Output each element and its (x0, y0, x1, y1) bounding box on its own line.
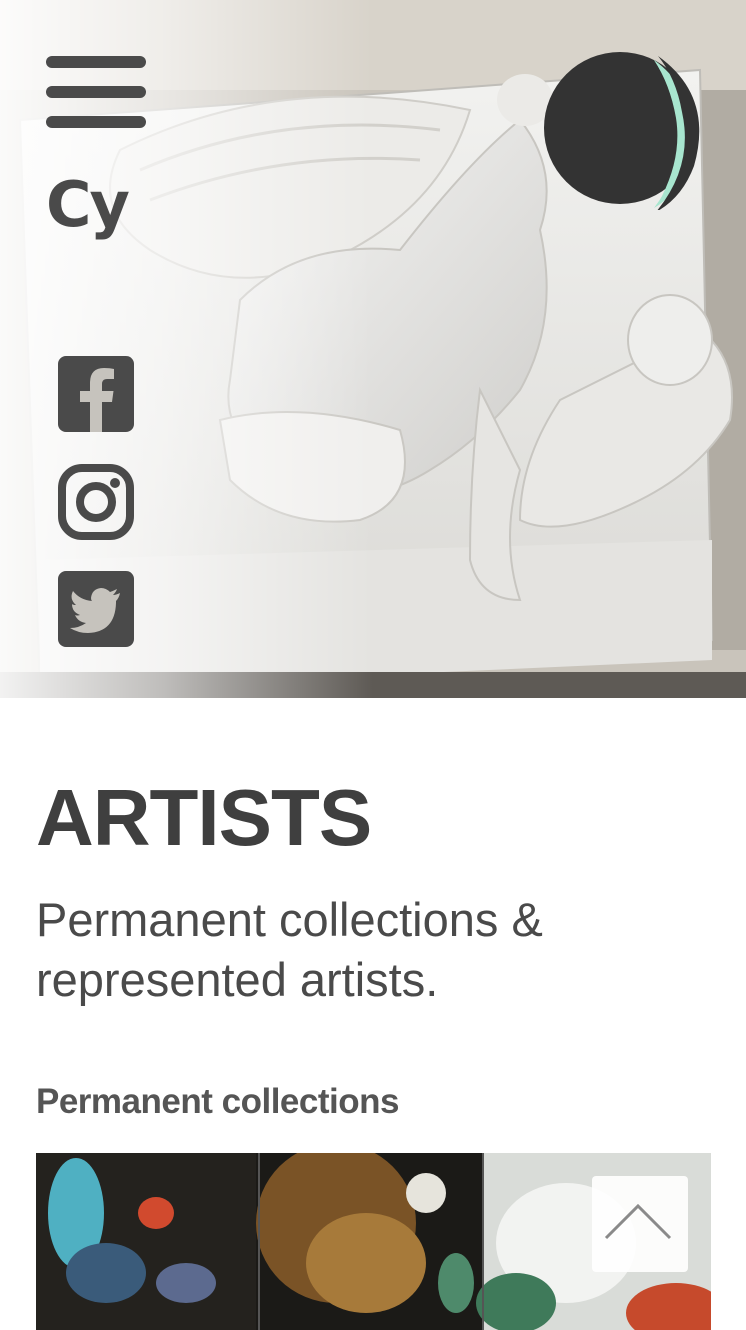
hamburger-menu-icon[interactable] (46, 56, 146, 128)
moon-logo-icon[interactable] (536, 46, 700, 212)
scroll-to-top-button[interactable] (592, 1176, 688, 1272)
twitter-icon[interactable] (58, 571, 134, 647)
facebook-icon[interactable] (58, 356, 134, 432)
page-title: ARTISTS (36, 773, 372, 862)
instagram-icon[interactable] (58, 464, 134, 540)
brand-short-logo[interactable]: Cy (46, 168, 130, 241)
page-subtitle: Permanent collections & represented arti… (36, 893, 543, 1006)
section-heading-permanent-collections: Permanent collections (36, 1082, 399, 1121)
chevron-up-icon (604, 1203, 672, 1240)
